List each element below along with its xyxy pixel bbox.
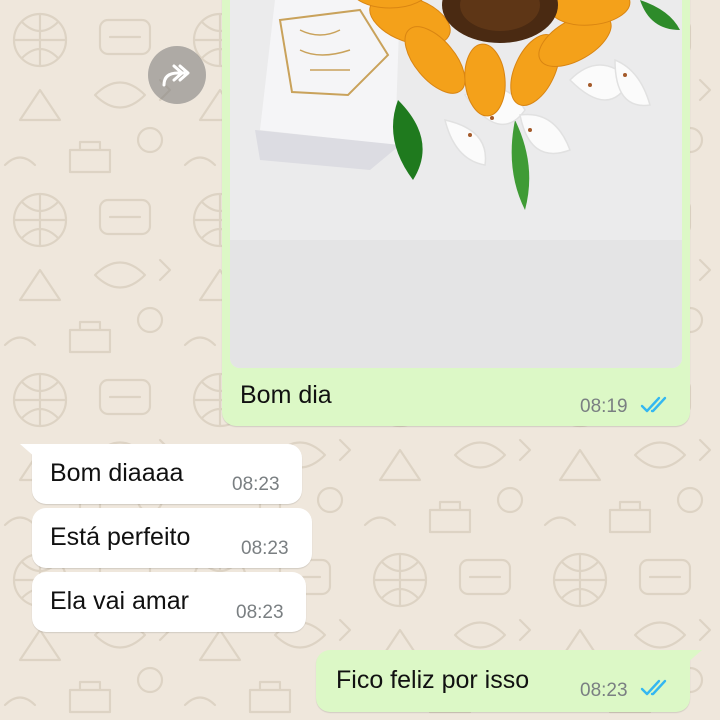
message-time: 08:23 <box>236 602 284 623</box>
message-text: Bom diaaaa <box>50 459 184 487</box>
flower-photo <box>230 0 682 368</box>
message-time: 08:23 <box>241 538 289 559</box>
outgoing-message-bubble[interactable]: Fico feliz por isso 08:23 <box>316 650 690 712</box>
bubble-tail <box>20 444 36 458</box>
forward-button[interactable] <box>148 46 206 104</box>
incoming-message-bubble[interactable]: Está perfeito 08:23 <box>32 508 312 568</box>
forward-icon <box>162 64 190 87</box>
message-photo[interactable] <box>230 0 682 368</box>
message-text: Fico feliz por isso <box>336 666 530 694</box>
image-message-bubble[interactable]: Bom dia 08:19 <box>222 0 690 426</box>
message-text: Ela vai amar <box>50 587 189 615</box>
read-ticks-icon <box>640 396 667 413</box>
message-time: 08:19 <box>580 396 628 417</box>
incoming-message-bubble[interactable]: Bom diaaaa 08:23 <box>32 444 302 504</box>
message-time: 08:23 <box>232 474 280 495</box>
read-ticks-icon <box>640 679 667 696</box>
message-time: 08:23 <box>580 680 628 701</box>
image-caption: Bom dia <box>240 381 332 409</box>
message-text: Está perfeito <box>50 523 191 551</box>
incoming-message-bubble[interactable]: Ela vai amar 08:23 <box>32 572 306 632</box>
bubble-tail <box>686 650 702 664</box>
